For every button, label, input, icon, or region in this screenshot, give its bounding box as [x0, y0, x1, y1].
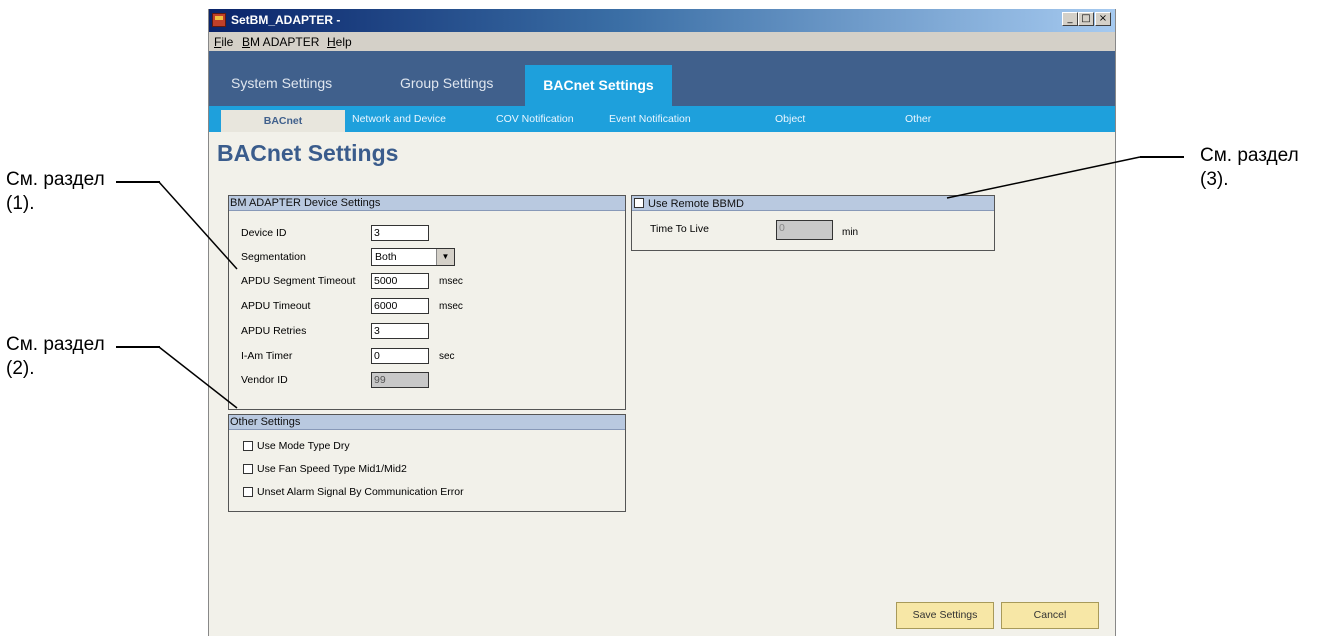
- menu-help[interactable]: Help: [327, 35, 352, 49]
- checkbox-box[interactable]: [243, 487, 253, 497]
- vendor-id-label: Vendor ID: [241, 374, 288, 386]
- checkbox-box[interactable]: [634, 198, 644, 208]
- apdu-timeout-label: APDU Timeout: [241, 300, 311, 312]
- time-to-live-label: Time To Live: [650, 223, 709, 235]
- subtab-object[interactable]: Object: [775, 113, 805, 125]
- subtab-cov-notification[interactable]: COV Notification: [496, 113, 574, 125]
- annotation-3: См. раздел (3).: [1200, 145, 1299, 190]
- segmentation-label: Segmentation: [241, 251, 306, 263]
- subtab-bacnet[interactable]: BACnet: [221, 110, 345, 132]
- title-bar[interactable]: SetBM_ADAPTER - _ □ ×: [209, 9, 1115, 32]
- i-am-timer-unit: sec: [439, 351, 455, 362]
- device-id-input[interactable]: 3: [371, 225, 429, 241]
- menu-bar: File BM ADAPTER Help: [209, 32, 1115, 51]
- content-area: BACnet Settings BM ADAPTER Device Settin…: [209, 132, 1115, 636]
- subtab-other[interactable]: Other: [905, 113, 931, 125]
- tab-group-settings[interactable]: Group Settings: [400, 75, 493, 91]
- apdu-timeout-input[interactable]: 6000: [371, 298, 429, 314]
- i-am-timer-input[interactable]: 0: [371, 348, 429, 364]
- tab-bacnet-settings[interactable]: BACnet Settings: [525, 65, 672, 106]
- time-to-live-unit: min: [842, 227, 859, 238]
- apdu-retries-label: APDU Retries: [241, 325, 307, 337]
- sub-tab-bar: BACnet Network and Device COV Notificati…: [209, 106, 1115, 132]
- vendor-id-input: 99: [371, 372, 429, 388]
- page-title: BACnet Settings: [217, 140, 399, 166]
- device-settings-header: BM ADAPTER Device Settings: [229, 196, 625, 211]
- checkbox-box[interactable]: [243, 441, 253, 451]
- apdu-segment-timeout-input[interactable]: 5000: [371, 273, 429, 289]
- checkbox-box[interactable]: [243, 464, 253, 474]
- use-mode-type-dry-label: Use Mode Type Dry: [257, 440, 350, 452]
- apdu-timeout-unit: msec: [439, 301, 463, 312]
- minimize-button[interactable]: _: [1062, 12, 1078, 26]
- chevron-down-icon[interactable]: ▼: [436, 249, 454, 265]
- remote-bbmd-header: Use Remote BBMD: [632, 196, 994, 211]
- maximize-button[interactable]: □: [1078, 12, 1094, 26]
- segmentation-value: Both: [375, 251, 397, 263]
- cancel-button[interactable]: Cancel: [1001, 602, 1099, 629]
- app-icon: [212, 13, 226, 27]
- apdu-retries-input[interactable]: 3: [371, 323, 429, 339]
- close-button[interactable]: ×: [1095, 12, 1111, 26]
- save-settings-button[interactable]: Save Settings: [896, 602, 994, 629]
- menu-bm-adapter[interactable]: BM ADAPTER: [242, 35, 319, 49]
- subtab-network-and-device[interactable]: Network and Device: [352, 113, 446, 125]
- tab-system-settings[interactable]: System Settings: [231, 75, 332, 91]
- device-settings-group: BM ADAPTER Device Settings Device ID 3 S…: [228, 195, 626, 410]
- remote-bbmd-group: Use Remote BBMD Time To Live 0 min: [631, 195, 995, 251]
- device-id-label: Device ID: [241, 227, 287, 239]
- window-title: SetBM_ADAPTER -: [231, 13, 341, 27]
- app-window: SetBM_ADAPTER - _ □ × File BM ADAPTER He…: [208, 9, 1116, 636]
- segmentation-select[interactable]: Both ▼: [371, 248, 455, 266]
- annotation-2: См. раздел (2).: [6, 334, 105, 379]
- use-fan-speed-type-label: Use Fan Speed Type Mid1/Mid2: [257, 463, 407, 475]
- annotation-1: См. раздел (1).: [6, 169, 105, 214]
- unset-alarm-signal-label: Unset Alarm Signal By Communication Erro…: [257, 486, 464, 498]
- main-tab-bar: System Settings Group Settings BACnet Se…: [209, 51, 1115, 106]
- other-settings-header: Other Settings: [229, 415, 625, 430]
- subtab-event-notification[interactable]: Event Notification: [609, 113, 691, 125]
- other-settings-group: Other Settings Use Mode Type Dry Use Fan…: [228, 414, 626, 512]
- apdu-segment-timeout-label: APDU Segment Timeout: [241, 275, 356, 287]
- menu-file[interactable]: File: [214, 35, 233, 49]
- i-am-timer-label: I-Am Timer: [241, 350, 293, 362]
- time-to-live-input: 0: [776, 220, 833, 240]
- apdu-segment-timeout-unit: msec: [439, 276, 463, 287]
- use-remote-bbmd-label: Use Remote BBMD: [648, 198, 744, 210]
